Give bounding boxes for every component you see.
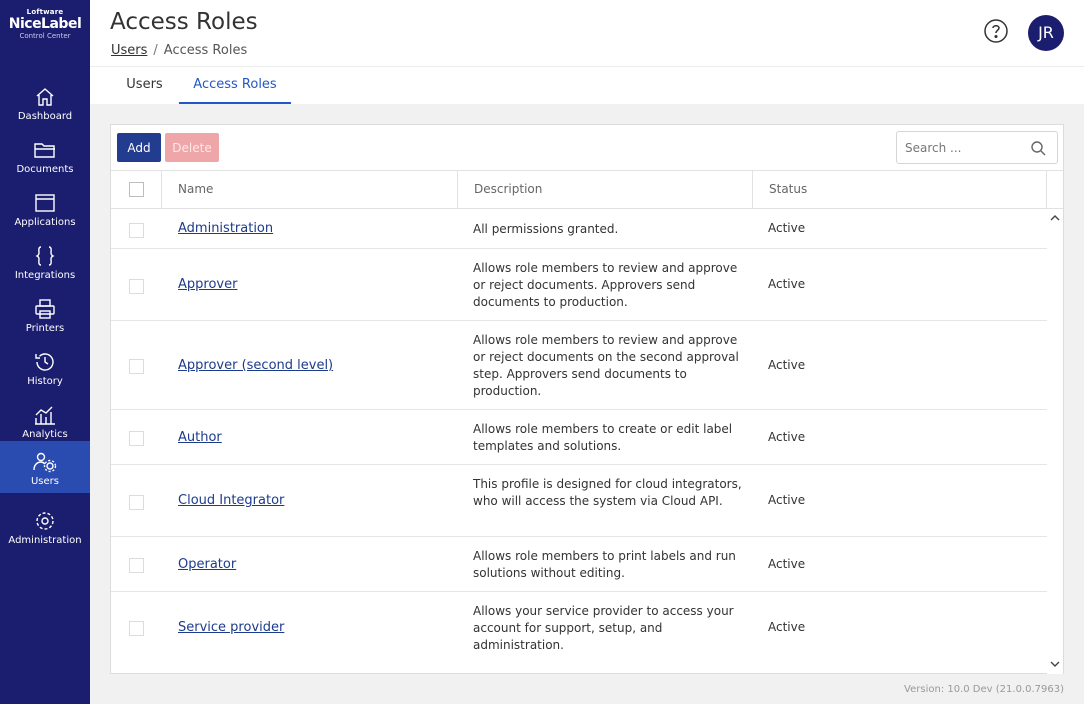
chevron-up-icon[interactable]: [1050, 213, 1060, 223]
breadcrumb-current: Access Roles: [163, 43, 248, 58]
history-icon: [35, 353, 54, 371]
table-row[interactable]: Operator Allows role members to print la…: [111, 537, 1047, 592]
role-name-link[interactable]: Approver: [178, 277, 237, 292]
sidebar: Loftware NiceLabel Control Center Dashbo…: [0, 0, 90, 704]
search-box: [896, 131, 1058, 164]
sidebar-item-label: Dashboard: [17, 111, 73, 122]
role-status: Active: [768, 493, 806, 507]
sidebar-item-users[interactable]: Users: [0, 441, 90, 493]
row-checkbox[interactable]: [129, 279, 144, 294]
row-checkbox[interactable]: [129, 621, 144, 636]
role-name-link[interactable]: Cloud Integrator: [178, 493, 284, 508]
role-name-link[interactable]: Approver (second level): [178, 358, 333, 373]
role-status: Active: [768, 620, 806, 634]
sidebar-item-documents[interactable]: Documents: [0, 129, 90, 181]
role-status: Active: [768, 358, 806, 372]
sidebar-item-integrations[interactable]: Integrations: [0, 235, 90, 287]
column-header-status[interactable]: Status: [752, 171, 1047, 208]
sidebar-item-label: Applications: [14, 217, 76, 228]
sidebar-item-label: Users: [30, 476, 59, 487]
role-description: Allows role members to print labels and …: [473, 549, 736, 580]
role-description: Allows role members to create or edit la…: [473, 422, 733, 453]
table-row[interactable]: Approver Allows role members to review a…: [111, 249, 1047, 321]
row-checkbox[interactable]: [129, 431, 144, 446]
breadcrumb-separator: /: [153, 43, 158, 58]
table-row[interactable]: Author Allows role members to create or …: [111, 410, 1047, 465]
breadcrumb-users-link[interactable]: Users: [111, 43, 147, 58]
folder-icon: [34, 143, 55, 158]
search-input[interactable]: [905, 139, 1023, 157]
sidebar-item-dashboard[interactable]: Dashboard: [0, 76, 90, 128]
page-title: Access Roles: [110, 9, 258, 35]
role-name-link[interactable]: Operator: [178, 557, 236, 572]
braces-icon: [35, 246, 55, 266]
brand-company: Loftware: [26, 8, 64, 16]
role-status: Active: [768, 277, 806, 291]
home-icon: [36, 88, 54, 106]
select-all-checkbox[interactable]: [129, 182, 144, 197]
row-checkbox[interactable]: [129, 359, 144, 374]
gear-icon: [36, 512, 54, 530]
avatar[interactable]: JR: [1028, 15, 1064, 51]
tab-users[interactable]: Users: [110, 67, 179, 104]
role-description: Allows role members to review and approv…: [473, 333, 739, 398]
printer-icon: [35, 299, 55, 319]
sidebar-item-printers[interactable]: Printers: [0, 288, 90, 340]
role-description: Allows role members to review and approv…: [473, 261, 738, 309]
role-name-link[interactable]: Author: [178, 430, 222, 445]
sidebar-item-label: Integrations: [14, 270, 76, 281]
sidebar-item-administration[interactable]: Administration: [0, 500, 90, 552]
sidebar-item-label: Printers: [25, 323, 65, 334]
brand-logo[interactable]: Loftware NiceLabel Control Center: [0, 8, 90, 40]
sidebar-item-label: Administration: [8, 535, 82, 546]
brand-product: NiceLabel: [8, 16, 82, 32]
search-icon[interactable]: [1030, 140, 1046, 156]
role-description: This profile is designed for cloud integ…: [473, 477, 742, 508]
access-roles-panel: Add Delete Name Description Status Admin…: [110, 124, 1064, 674]
sidebar-item-label: History: [27, 376, 63, 387]
add-button[interactable]: Add: [117, 133, 161, 162]
brand-subtitle: Control Center: [19, 32, 71, 40]
sidebar-item-applications[interactable]: Applications: [0, 182, 90, 234]
sidebar-item-history[interactable]: History: [0, 341, 90, 393]
table-row[interactable]: Service provider Allows your service pro…: [111, 592, 1047, 674]
sidebar-item-analytics[interactable]: Analytics: [0, 394, 90, 446]
role-status: Active: [768, 557, 806, 571]
analytics-icon: [35, 406, 55, 425]
role-status: Active: [768, 221, 806, 235]
sidebar-item-label: Documents: [16, 164, 74, 175]
tab-access-roles[interactable]: Access Roles: [179, 67, 291, 104]
column-header-name[interactable]: Name: [161, 171, 457, 208]
role-description: All permissions granted.: [473, 222, 619, 236]
page-header: Access Roles Users / Access Roles JR Users…: [90, 0, 1084, 104]
table-row[interactable]: Cloud Integrator This profile is designe…: [111, 465, 1047, 537]
table-row[interactable]: Approver (second level) Allows role memb…: [111, 321, 1047, 410]
row-checkbox[interactable]: [129, 495, 144, 510]
row-checkbox[interactable]: [129, 558, 144, 573]
row-checkbox[interactable]: [129, 223, 144, 238]
breadcrumb: Users / Access Roles: [111, 43, 247, 58]
column-header-description[interactable]: Description: [457, 171, 752, 208]
chevron-down-icon[interactable]: [1050, 659, 1060, 669]
role-description: Allows your service provider to access y…: [473, 604, 734, 652]
version-label: Version: 10.0 Dev (21.0.0.7963): [904, 684, 1064, 695]
table-row[interactable]: Administration All permissions granted. …: [111, 209, 1047, 249]
role-name-link[interactable]: Service provider: [178, 620, 284, 635]
role-status: Active: [768, 430, 806, 444]
sidebar-item-label: Analytics: [22, 429, 68, 440]
help-icon[interactable]: [984, 19, 1008, 43]
table-scrollbar[interactable]: [1047, 209, 1063, 674]
window-icon: [35, 194, 55, 212]
delete-button[interactable]: Delete: [165, 133, 219, 162]
users-gear-icon: [33, 452, 57, 473]
role-name-link[interactable]: Administration: [178, 221, 273, 236]
table-header: Name Description Status: [111, 170, 1063, 209]
